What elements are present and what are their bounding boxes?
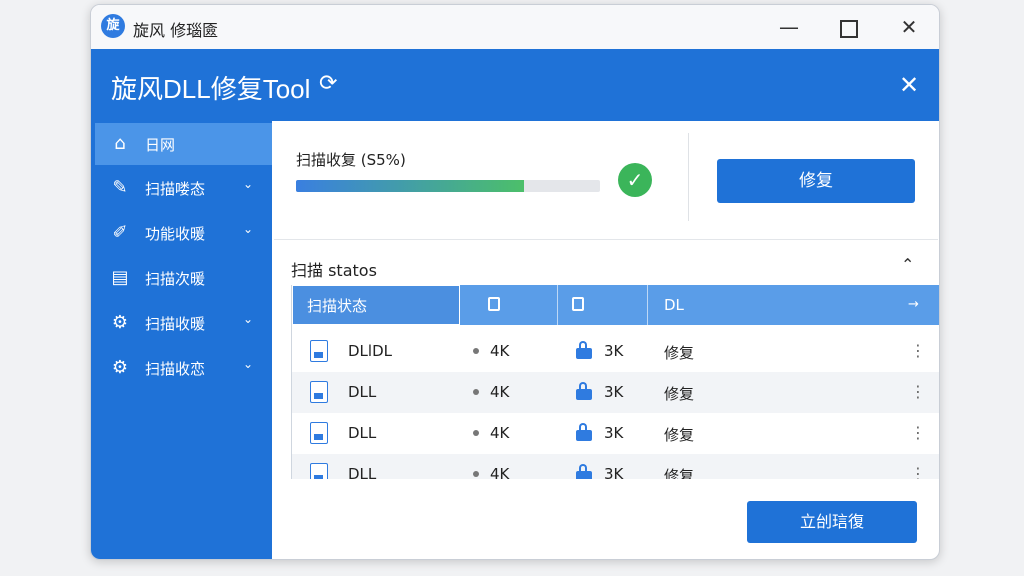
more-icon[interactable]: ⋮ — [910, 341, 926, 360]
size-value: 3K — [604, 342, 624, 360]
arrow-right-icon[interactable]: → — [908, 285, 919, 325]
sidebar-item-label: 扫描喽态 — [145, 180, 206, 198]
title-bar: 旋 旋风 修瑙匳 — ✕ — [91, 5, 939, 50]
check-icon: ✓ — [618, 163, 652, 197]
app-header: 旋风DLL修复Tool ⟳ ✕ — [91, 49, 939, 121]
table-row[interactable]: DLlDL 4K 3K 修复 ⋮ — [292, 331, 939, 372]
file-copy-icon — [488, 297, 500, 311]
sidebar-item-home[interactable]: ⌂ 日网 — [95, 123, 272, 165]
chevron-up-icon[interactable]: ⌃ — [901, 255, 914, 274]
dll-table: 扫描状态 DL → DLlDL 4K 3K 修复 ⋮ DLL 4K 3K 修复 … — [291, 285, 939, 479]
maximize-button[interactable] — [831, 13, 867, 41]
dll-file-icon — [310, 463, 328, 479]
row-action[interactable]: 修复 — [664, 424, 694, 445]
minimize-button[interactable]: — — [771, 13, 807, 41]
lock-icon — [576, 423, 592, 441]
divider — [688, 133, 689, 221]
home-icon: ⌂ — [114, 133, 126, 154]
sidebar-item-label: 扫描收暖 — [145, 315, 206, 333]
sidebar-item-scan-settings[interactable]: ⚙ 扫描收暖 ⌄ — [95, 302, 272, 344]
dll-file-icon — [310, 381, 328, 403]
file-copy-icon — [572, 297, 584, 311]
dll-name: DLL — [348, 383, 377, 401]
progress-bar — [296, 180, 600, 192]
app-window: 旋 旋风 修瑙匳 — ✕ 旋风DLL修复Tool ⟳ ✕ ⌂ 日网 ✎ 扫描喽态… — [90, 4, 940, 560]
sidebar-item-scan-count[interactable]: ▤ 扫描次暖 — [95, 257, 272, 299]
progress-label: 扫描收复 (S5%) — [296, 151, 406, 169]
table-header: 扫描状态 DL → — [292, 285, 939, 325]
progress-fill — [296, 180, 524, 192]
dll-name: DLL — [348, 424, 377, 442]
table-row[interactable]: DLL 4K 3K 修复 ⋮ — [292, 413, 939, 454]
pen-icon: ✐ — [112, 222, 128, 243]
refresh-icon: ⟳ — [319, 71, 338, 96]
size-value: 4K — [490, 424, 510, 442]
dll-file-icon — [310, 422, 328, 444]
row-action[interactable]: 修复 — [664, 383, 694, 404]
column-header-dl[interactable]: DL — [664, 285, 684, 325]
sidebar: ⌂ 日网 ✎ 扫描喽态 ⌄ ✐ 功能收暖 ⌄ ▤ 扫描次暖 ⚙ 扫描收暖 ⌄ ⚙… — [91, 121, 272, 559]
chevron-down-icon: ⌄ — [243, 177, 254, 191]
lock-icon — [576, 382, 592, 400]
column-header-size1[interactable] — [488, 297, 500, 313]
dll-name: DLlDL — [348, 342, 392, 360]
table-row[interactable]: DLL 4K 3K 修复 ⋮ — [292, 372, 939, 413]
app-title: 旋风DLL修复Tool — [111, 74, 311, 104]
repair-button[interactable]: 修复 — [717, 159, 915, 203]
bullet-icon — [473, 389, 479, 395]
sidebar-item-label: 扫描次暖 — [145, 270, 206, 288]
column-header-status[interactable]: 扫描状态 — [292, 285, 460, 325]
header-close-button[interactable]: ✕ — [891, 69, 927, 101]
more-icon[interactable]: ⋮ — [910, 464, 926, 479]
gear-icon: ⚙ — [111, 312, 129, 333]
app-logo-icon: 旋 — [101, 14, 125, 38]
window-title: 旋风 修瑙匳 — [133, 21, 219, 40]
start-repair-button[interactable]: 立刣琂復 — [747, 501, 917, 543]
section-title: 扫描 statos — [291, 261, 377, 280]
chevron-down-icon: ⌄ — [243, 222, 254, 236]
bullet-icon — [473, 471, 479, 477]
size-value: 4K — [490, 342, 510, 360]
chevron-down-icon: ⌄ — [243, 312, 254, 326]
bullet-icon — [473, 348, 479, 354]
size-value: 3K — [604, 465, 624, 479]
sidebar-item-scan-status[interactable]: ✎ 扫描喽态 ⌄ — [95, 167, 272, 209]
more-icon[interactable]: ⋮ — [910, 423, 926, 442]
size-value: 4K — [490, 465, 510, 479]
sidebar-item-scan-options[interactable]: ⚙ 扫描收恋 ⌄ — [95, 347, 272, 389]
sidebar-item-features[interactable]: ✐ 功能收暖 ⌄ — [95, 212, 272, 254]
row-action[interactable]: 修复 — [664, 465, 694, 479]
divider — [274, 239, 938, 240]
table-row[interactable]: DLL 4K 3K 修复 ⋮ — [292, 454, 939, 479]
column-header-size2[interactable] — [572, 297, 584, 313]
size-value: 3K — [604, 383, 624, 401]
column-separator — [647, 285, 648, 325]
sidebar-item-label: 功能收暖 — [145, 225, 206, 243]
lock-icon — [576, 341, 592, 359]
column-separator — [557, 285, 558, 325]
maximize-icon — [840, 19, 858, 38]
more-icon[interactable]: ⋮ — [910, 382, 926, 401]
size-value: 3K — [604, 424, 624, 442]
size-value: 4K — [490, 383, 510, 401]
sidebar-item-label: 扫描收恋 — [145, 360, 206, 378]
gear-icon: ⚙ — [111, 357, 129, 378]
edit-icon: ✎ — [112, 177, 128, 198]
row-action[interactable]: 修复 — [664, 342, 694, 363]
document-icon: ▤ — [111, 267, 129, 288]
bullet-icon — [473, 430, 479, 436]
dll-file-icon — [310, 340, 328, 362]
lock-icon — [576, 464, 592, 479]
chevron-down-icon: ⌄ — [243, 357, 254, 371]
dll-name: DLL — [348, 465, 377, 479]
sidebar-item-label: 日网 — [145, 136, 176, 154]
window-close-button[interactable]: ✕ — [891, 13, 927, 41]
